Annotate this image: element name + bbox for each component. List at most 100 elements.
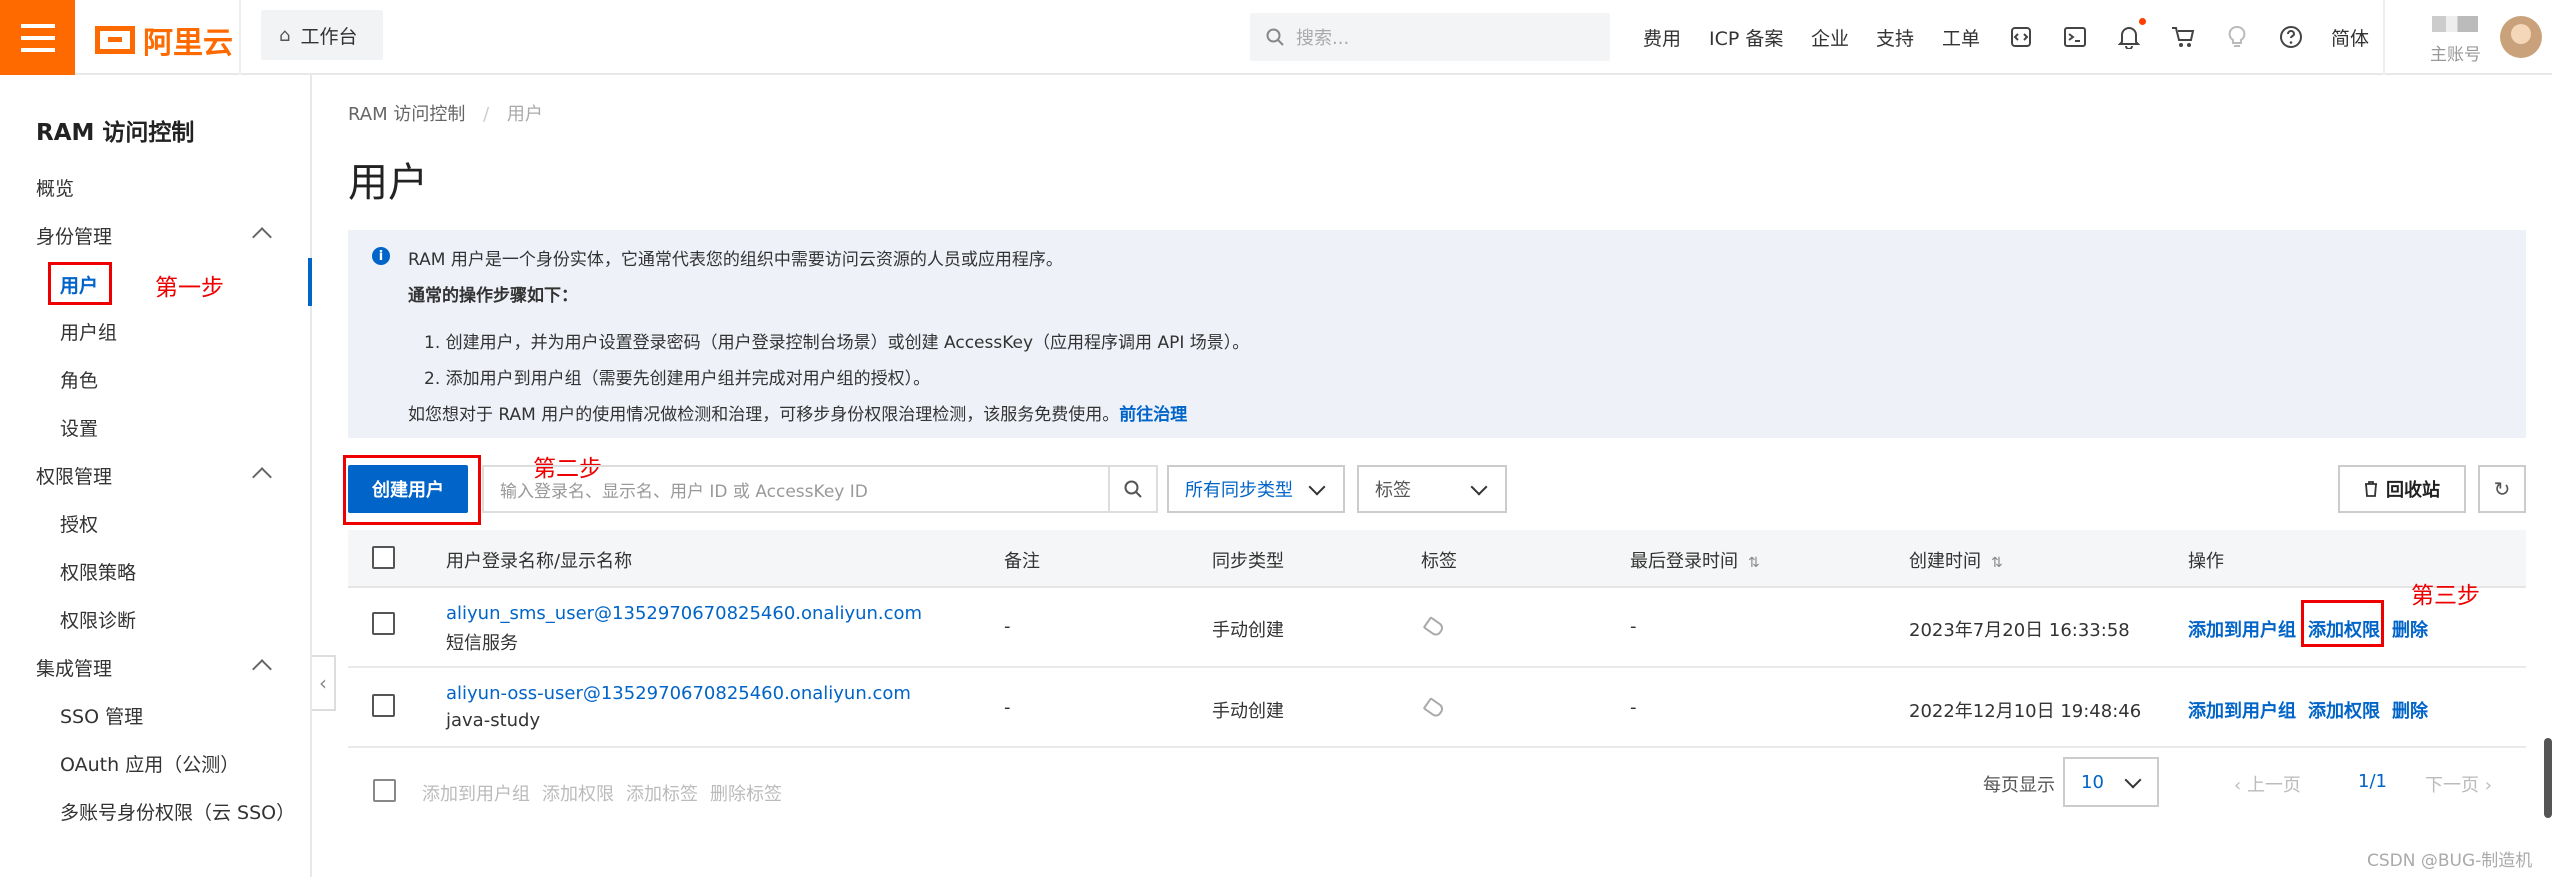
account-name-icon	[2432, 16, 2478, 32]
sidebar-item-roles[interactable]: 角色	[60, 366, 98, 393]
breadcrumb: RAM 访问控制 / 用户	[348, 100, 543, 126]
col-last-login[interactable]: 最后登录时间 ⇅	[1630, 547, 1760, 573]
next-page-label: 下一页	[2425, 775, 2479, 796]
sidebar-item-settings[interactable]: 设置	[60, 414, 98, 441]
search-icon	[1124, 480, 1142, 498]
refresh-button[interactable]: ↻	[2478, 465, 2526, 513]
add-permission-link[interactable]: 添加权限	[2308, 697, 2380, 723]
nav-fees[interactable]: 费用	[1643, 0, 1681, 75]
col-note: 备注	[1004, 551, 1040, 572]
tag-icon[interactable]	[1422, 697, 1446, 719]
chevron-down-icon	[1470, 478, 1488, 496]
per-page-select[interactable]: 10	[2063, 757, 2159, 807]
sidebar-item-policies[interactable]: 权限策略	[60, 558, 136, 585]
divider	[239, 0, 241, 75]
avatar[interactable]	[2500, 16, 2542, 58]
sort-icon[interactable]: ⇅	[1991, 555, 2003, 571]
user-search-placeholder: 输入登录名、显示名、用户 ID 或 AccessKey ID	[500, 481, 868, 502]
sidebar-item-grants[interactable]: 授权	[60, 510, 98, 537]
sidebar-item-users[interactable]: 用户	[60, 271, 98, 298]
aliyun-logo[interactable]: 阿里云	[95, 18, 233, 62]
nav-support[interactable]: 支持	[1876, 0, 1914, 75]
user-login-link[interactable]: aliyun-oss-user@1352970670825460.onaliyu…	[446, 683, 911, 704]
nav-ticket[interactable]: 工单	[1942, 0, 1980, 75]
user-login-link[interactable]: aliyun_sms_user@1352970670825460.onaliyu…	[446, 603, 922, 624]
notice-line2: 通常的操作步骤如下：	[408, 286, 578, 306]
sidebar-item-overview[interactable]: 概览	[36, 174, 74, 201]
create-user-button[interactable]: 创建用户	[348, 465, 468, 513]
language-switch[interactable]: 简体	[2331, 0, 2369, 75]
add-permission-link[interactable]: 添加权限	[2308, 616, 2380, 642]
lightbulb-icon[interactable]	[2222, 22, 2252, 52]
governance-link[interactable]: 前往治理	[1119, 405, 1187, 425]
help-icon[interactable]	[2276, 22, 2306, 52]
chevron-up-icon[interactable]	[252, 467, 272, 487]
col-actions: 操作	[2188, 551, 2224, 572]
add-to-group-link[interactable]: 添加到用户组	[2188, 697, 2296, 723]
top-bar: 阿里云 ⌂ 工作台 搜索... 费用 ICP 备案 企业 支持 工单 简体 主账…	[0, 0, 2552, 75]
breadcrumb-current: 用户	[506, 104, 543, 125]
prev-page-button[interactable]: ‹ 上一页	[2234, 771, 2301, 797]
table-header: 用户登录名称/显示名称 备注 同步类型 标签 最后登录时间 ⇅ 创建时间 ⇅ 操作	[348, 530, 2526, 588]
notice-line5-text: 如您想对于 RAM 用户的使用情况做检测和治理，可移步身份权限治理检测，该服务免…	[408, 405, 1120, 425]
sync-type-select[interactable]: 所有同步类型	[1167, 465, 1345, 513]
col-created[interactable]: 创建时间 ⇅	[1909, 547, 2003, 573]
nav-icp[interactable]: ICP 备案	[1709, 0, 1783, 75]
bulk-add-to-group[interactable]: 添加到用户组	[422, 780, 530, 806]
chevron-down-icon	[2124, 771, 2142, 789]
next-page-button[interactable]: 下一页 ›	[2425, 771, 2492, 797]
col-created-label: 创建时间	[1909, 551, 1981, 572]
user-search-input[interactable]: 输入登录名、显示名、用户 ID 或 AccessKey ID	[482, 465, 1110, 513]
cart-icon[interactable]	[2168, 22, 2198, 52]
delete-link[interactable]: 删除	[2392, 697, 2428, 723]
delete-link[interactable]: 删除	[2392, 616, 2428, 642]
workbench-button[interactable]: ⌂ 工作台	[261, 10, 383, 60]
account-label[interactable]: 主账号	[2430, 40, 2481, 65]
sidebar-item-diagnostics[interactable]: 权限诊断	[60, 606, 136, 633]
global-search[interactable]: 搜索...	[1250, 13, 1610, 61]
breadcrumb-separator: /	[483, 104, 490, 125]
prev-page-label: 上一页	[2246, 775, 2301, 796]
chevron-right-icon: ›	[2484, 775, 2492, 796]
sidebar-group-integration[interactable]: 集成管理	[36, 654, 112, 681]
code-icon[interactable]	[2006, 22, 2036, 52]
sort-icon[interactable]: ⇅	[1748, 555, 1760, 571]
breadcrumb-root[interactable]: RAM 访问控制	[348, 104, 465, 125]
search-placeholder: 搜索...	[1296, 28, 1350, 49]
sidebar-group-permissions[interactable]: 权限管理	[36, 462, 112, 489]
chevron-up-icon[interactable]	[252, 659, 272, 679]
sidebar-item-sso[interactable]: SSO 管理	[60, 702, 143, 729]
bulk-select-checkbox[interactable]	[373, 779, 396, 802]
select-all-checkbox[interactable]	[372, 546, 395, 569]
nav-enterprise[interactable]: 企业	[1811, 0, 1849, 75]
bulk-add-tag[interactable]: 添加标签	[626, 780, 698, 806]
add-to-group-link[interactable]: 添加到用户组	[2188, 616, 2296, 642]
tag-icon[interactable]	[1422, 616, 1446, 638]
bulk-remove-tag[interactable]: 删除标签	[710, 780, 782, 806]
sidebar-group-identity[interactable]: 身份管理	[36, 222, 112, 249]
row-checkbox[interactable]	[372, 612, 395, 635]
terminal-icon[interactable]	[2060, 22, 2090, 52]
logo-text: 阿里云	[143, 26, 233, 61]
scrollbar[interactable]	[2544, 738, 2552, 818]
col-last-login-label: 最后登录时间	[1630, 551, 1738, 572]
sidebar-item-oauth[interactable]: OAuth 应用（公测）	[60, 750, 239, 777]
sidebar-item-user-groups[interactable]: 用户组	[60, 318, 117, 345]
search-button[interactable]	[1108, 465, 1158, 513]
chevron-up-icon[interactable]	[252, 227, 272, 247]
bell-icon[interactable]	[2114, 22, 2144, 52]
user-created-time: 2023年7月20日 16:33:58	[1909, 620, 2130, 641]
sidebar-collapse-button[interactable]: ‹	[312, 655, 336, 711]
trash-icon	[2365, 481, 2377, 497]
tag-select[interactable]: 标签	[1357, 465, 1507, 513]
chevron-left-icon: ‹	[2234, 775, 2242, 796]
row-checkbox[interactable]	[372, 694, 395, 717]
divider	[2383, 0, 2385, 75]
user-display-name: 短信服务	[446, 633, 518, 654]
user-sync-type: 手动创建	[1212, 701, 1284, 722]
bulk-add-permission[interactable]: 添加权限	[542, 780, 614, 806]
recycle-bin-button[interactable]: 回收站	[2338, 465, 2466, 513]
menu-icon[interactable]	[0, 0, 75, 75]
sidebar-item-cloud-sso[interactable]: 多账号身份权限（云 SSO）	[60, 798, 295, 825]
user-last-login: -	[1630, 697, 1637, 718]
